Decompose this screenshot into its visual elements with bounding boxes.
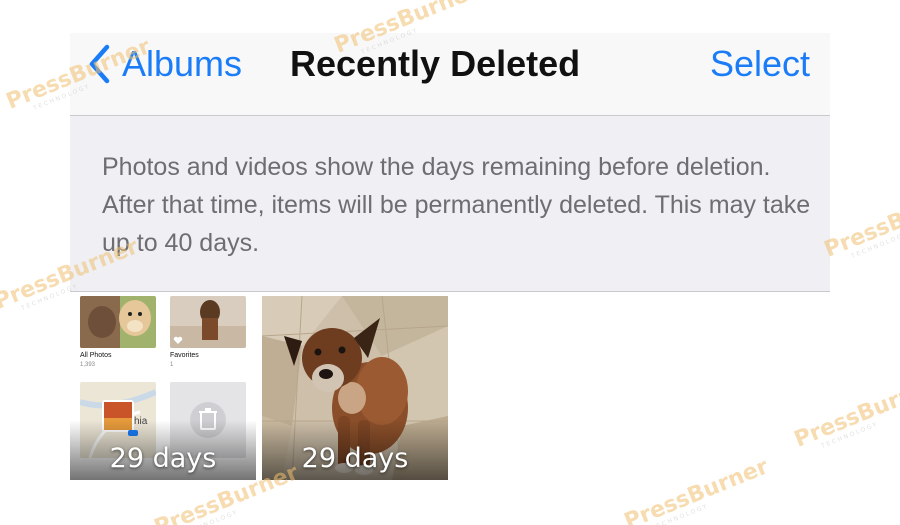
deleted-item-thumbnail[interactable]: 29 days: [262, 296, 448, 480]
album-thumb-favorites: [170, 296, 246, 348]
album-count: 1: [170, 362, 174, 368]
chevron-left-icon: [88, 44, 110, 84]
back-button[interactable]: Albums: [88, 43, 242, 85]
album-name: All Photos: [80, 352, 112, 359]
deletion-info-banner: Photos and videos show the days remainin…: [70, 116, 830, 292]
select-button[interactable]: Select: [710, 43, 810, 85]
deletion-info-text: Photos and videos show the days remainin…: [102, 153, 811, 257]
back-button-label: Albums: [122, 43, 243, 84]
watermark-text: PressBurner: [790, 372, 900, 453]
watermark-tagline: TECHNOLOGY: [850, 230, 900, 261]
navigation-bar: Albums Recently Deleted Select: [70, 33, 830, 116]
days-remaining-label: 29 days: [301, 443, 409, 474]
album-thumb-all-photos: [80, 296, 156, 348]
watermark-logo: PressBurner TECHNOLOGY: [791, 372, 900, 452]
watermark-logo: PressBurner TECHNOLOGY: [621, 454, 772, 525]
album-name: Favorites: [170, 352, 199, 359]
watermark-logo: PressBurner TECHNOLOGY: [821, 182, 900, 262]
watermark-text: PressBurner: [820, 182, 900, 263]
watermark-tagline: TECHNOLOGY: [820, 420, 880, 451]
album-count: 1,393: [80, 362, 96, 368]
days-remaining-label: 29 days: [109, 443, 217, 474]
screenshot-page: Albums Recently Deleted Select Photos an…: [0, 0, 900, 525]
watermark-tagline: TECHNOLOGY: [650, 502, 710, 525]
watermark-text: PressBurner: [620, 454, 772, 525]
deleted-item-thumbnail[interactable]: All Photos 1,393 Favorites 1 29 days: [70, 296, 256, 480]
page-title: Recently Deleted: [290, 43, 581, 84]
watermark-tagline: TECHNOLOGY: [180, 508, 240, 525]
